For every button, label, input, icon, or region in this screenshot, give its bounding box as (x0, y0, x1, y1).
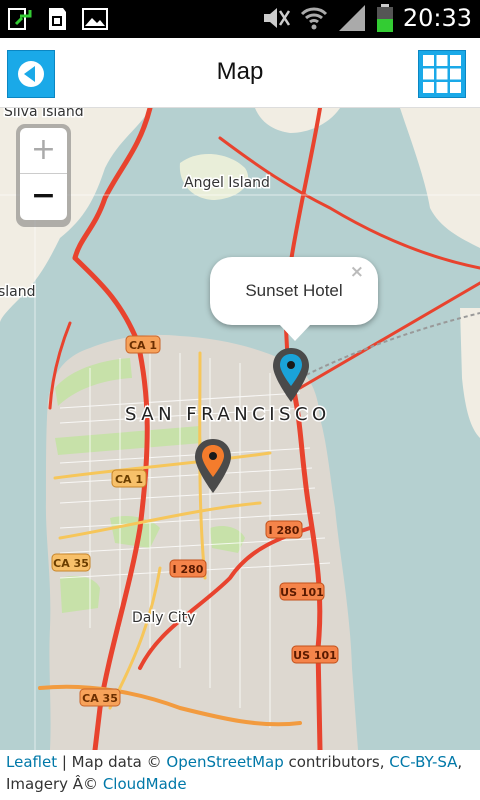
marker-popup: Sunset Hotel × (210, 257, 378, 341)
wifi-icon (300, 7, 327, 30)
attribution-imagery: Imagery Â© (6, 775, 103, 793)
map-tiles[interactable]: CA 1 CA 1 CA 35 CA 35 I 280 I 280 US 101… (0, 108, 480, 750)
label-angel-island: Angel Island (184, 175, 270, 191)
attribution-sep: | Map data © (57, 753, 167, 771)
popup-text: Sunset Hotel (245, 281, 343, 300)
attribution-comma: , (457, 753, 463, 771)
osm-link[interactable]: OpenStreetMap (166, 753, 283, 771)
sd-card-icon (49, 8, 66, 30)
shield-i280-a: I 280 (269, 524, 300, 537)
blue-marker[interactable] (271, 346, 311, 404)
zoom-in-button[interactable]: + (20, 128, 67, 174)
zoom-out-button[interactable]: − (20, 174, 67, 220)
grid-menu-icon (423, 55, 461, 93)
license-link[interactable]: CC-BY-SA (389, 753, 457, 771)
shield-i280-b: I 280 (173, 563, 204, 576)
label-island-left: sland (0, 284, 36, 300)
shield-us101-a: US 101 (280, 586, 324, 599)
clock: 20:33 (402, 4, 472, 32)
map-attribution: Leaflet | Map data © OpenStreetMap contr… (0, 750, 480, 800)
page-title: Map (216, 58, 264, 85)
popup-close-button[interactable]: × (350, 262, 364, 282)
map-view[interactable]: CA 1 CA 1 CA 35 CA 35 I 280 I 280 US 101… (0, 108, 480, 750)
attribution-contributors: contributors, (283, 753, 390, 771)
grid-menu-button[interactable] (418, 50, 466, 98)
leaflet-link[interactable]: Leaflet (6, 753, 57, 771)
zoom-control: + − (16, 124, 71, 227)
label-silva-island: Silva Island (4, 108, 84, 120)
popup-tip (278, 323, 312, 341)
picture-icon (82, 8, 108, 30)
shield-us101-b: US 101 (293, 649, 337, 662)
cloudmade-link[interactable]: CloudMade (103, 775, 187, 793)
label-san-francisco: SAN FRANCISCO (125, 404, 331, 425)
download-notification-icon (8, 8, 32, 30)
shield-ca35-top: CA 35 (53, 557, 89, 570)
shield-ca1-top: CA 1 (129, 339, 157, 352)
signal-icon (338, 5, 365, 31)
shield-ca35-bottom: CA 35 (82, 692, 118, 705)
mute-icon (263, 8, 290, 28)
shield-ca1-mid: CA 1 (115, 473, 143, 486)
label-daly-city: Daly City (132, 610, 195, 626)
app-bar: Map (0, 38, 480, 108)
battery-icon (376, 4, 393, 32)
status-bar: 20:33 (0, 0, 480, 38)
orange-marker[interactable] (193, 437, 233, 495)
